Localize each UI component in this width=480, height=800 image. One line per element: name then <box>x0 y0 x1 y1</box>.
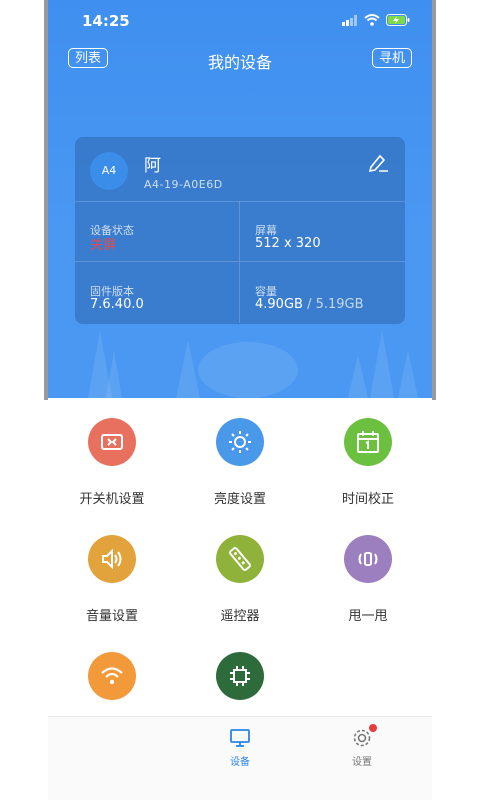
shake-label: 甩一甩 <box>348 609 388 624</box>
tab-bar: 设备 设置 <box>48 716 432 800</box>
notification-dot <box>369 724 377 732</box>
capacity-used: 4.90GB <box>255 297 303 312</box>
brightness-label: 亮度设置 <box>213 492 266 507</box>
screen-cell: 屏幕 512 x 320 <box>240 201 405 262</box>
power-schedule-label: 开关机设置 <box>79 492 145 507</box>
power-schedule-tile[interactable]: 开关机设置 <box>48 398 176 508</box>
time-correction-tile[interactable]: 时间校正 <box>304 398 432 508</box>
volume-tile[interactable]: 音量设置 <box>48 515 176 625</box>
remote-label: 遥控器 <box>220 609 260 624</box>
volume-icon <box>88 535 136 583</box>
status-value: 关屏 <box>90 238 117 253</box>
remote-icon <box>216 535 264 583</box>
shake-icon <box>344 535 392 583</box>
brightness-icon <box>216 418 264 466</box>
volume-label: 音量设置 <box>85 609 138 624</box>
calendar-icon <box>344 418 392 466</box>
device-avatar: A4 <box>90 152 128 190</box>
capacity-cell: 容量 4.90GB / 5.19GB <box>240 262 405 323</box>
status-bar: 14:25 <box>48 0 432 44</box>
phone-screen: 14:25 列表 我的设备 寻机 A4 阿 A4-19-A0E6D 设备状态 关… <box>48 0 432 800</box>
battery-charging-icon <box>386 14 410 26</box>
firmware-value: 7.6.40.0 <box>90 297 144 312</box>
shake-tile[interactable]: 甩一甩 <box>304 515 432 625</box>
device-card-header: A4 阿 A4-19-A0E6D <box>75 137 405 202</box>
nav-bar: 列表 我的设备 寻机 <box>48 44 432 74</box>
wifi-icon <box>88 652 136 700</box>
tab-device-label: 设备 <box>230 757 250 768</box>
brightness-tile[interactable]: 亮度设置 <box>176 398 304 508</box>
signal-icon <box>342 14 357 26</box>
edit-icon[interactable] <box>367 153 389 173</box>
frame-left <box>0 0 48 800</box>
tab-settings-label: 设置 <box>352 757 372 768</box>
screen-value: 512 x 320 <box>255 236 321 251</box>
tab-device[interactable]: 设备 <box>200 727 280 768</box>
capacity-total: 5.19GB <box>315 297 364 312</box>
function-grid: 开关机设置 亮度设置 时间校正 音量设置 遥控器 甩一甩 <box>48 398 432 718</box>
status-cell: 设备状态 关屏 <box>75 201 240 262</box>
capacity-value: 4.90GB / 5.19GB <box>255 297 364 312</box>
device-id: A4-19-A0E6D <box>144 178 223 191</box>
frame-right <box>432 0 480 800</box>
device-name: 阿 <box>144 156 161 176</box>
firmware-cell: 固件版本 7.6.40.0 <box>75 262 240 323</box>
status-time: 14:25 <box>82 12 130 30</box>
time-correction-label: 时间校正 <box>341 492 394 507</box>
find-device-button[interactable]: 寻机 <box>371 48 412 68</box>
power-schedule-icon <box>88 418 136 466</box>
settings-icon-wrap <box>351 724 377 749</box>
remote-tile[interactable]: 遥控器 <box>176 515 304 625</box>
tab-settings[interactable]: 设置 <box>322 724 402 768</box>
monitor-icon <box>230 729 250 747</box>
header-area: 14:25 列表 我的设备 寻机 A4 阿 A4-19-A0E6D 设备状态 关… <box>48 0 432 398</box>
capacity-separator: / <box>302 297 316 312</box>
chip-icon <box>216 652 264 700</box>
device-card: A4 阿 A4-19-A0E6D 设备状态 关屏 屏幕 512 x 320 固件… <box>75 137 405 324</box>
wifi-status-icon <box>364 14 380 26</box>
